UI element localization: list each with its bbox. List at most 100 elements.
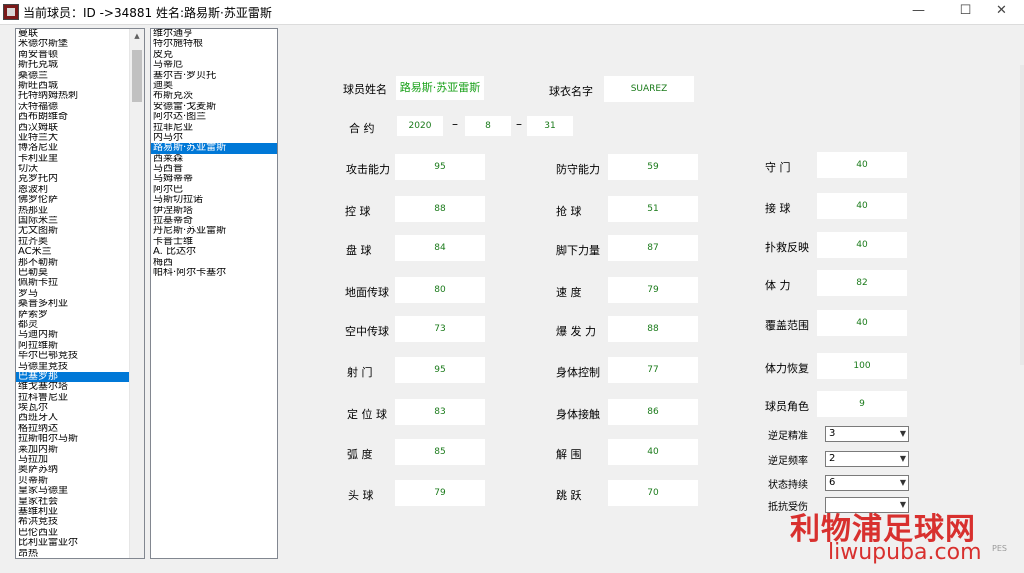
team-list-item[interactable]: 克罗托内 [16,174,144,184]
team-list-item[interactable]: 巴伦西亚 [16,528,144,538]
team-list-item[interactable]: 佩斯卡拉 [16,278,144,288]
team-list-item[interactable]: 热那亚 [16,206,144,216]
team-list-item[interactable]: 拉科鲁尼亚 [16,393,144,403]
team-list-item[interactable]: 斯托克城 [16,60,144,70]
player-list-item[interactable]: 安德雷·戈麦斯 [151,102,277,112]
team-list-item[interactable]: 博洛尼亚 [16,143,144,153]
attribute-dropdown[interactable]: 3 ▼ [825,426,909,442]
player-list-item[interactable]: 乌姆蒂蒂 [151,174,277,184]
player-list-item[interactable]: 布斯克茨 [151,91,277,101]
attack-stat-value[interactable]: 83 [395,399,485,425]
attribute-dropdown[interactable]: 2 ▼ [825,451,909,467]
team-list-item[interactable]: 马德里竞技 [16,362,144,372]
chevron-down-icon[interactable]: ▼ [900,427,906,441]
contract-month-field[interactable]: 8 [465,116,511,136]
player-list-item[interactable]: 马斯切拉诺 [151,195,277,205]
team-list-item[interactable]: 皇家社会 [16,497,144,507]
attack-stat-value[interactable]: 88 [395,196,485,222]
player-list-item[interactable]: 帕科·阿尔卡塞尔 [151,268,277,278]
player-list-item[interactable]: 马蒂厄 [151,60,277,70]
team-list-item[interactable]: 埃瓦尔 [16,403,144,413]
defense-stat-value[interactable]: 70 [608,480,698,506]
minimize-button[interactable]: — [896,0,941,24]
player-list-item[interactable]: 内马尔 [151,133,277,143]
team-list-item[interactable]: 尤文图斯 [16,226,144,236]
team-list-item[interactable]: 维戈塞尔塔 [16,382,144,392]
attack-stat-value[interactable]: 95 [395,357,485,383]
team-list-item[interactable]: 莱加内斯 [16,445,144,455]
team-list-item[interactable]: 乌迪内斯 [16,330,144,340]
player-list-item[interactable]: 特尔施特根 [151,39,277,49]
team-list-item[interactable]: 皇家马德里 [16,486,144,496]
team-list-item[interactable]: 斯旺西城 [16,81,144,91]
attack-stat-value[interactable]: 80 [395,277,485,303]
team-list-item[interactable]: 萨索罗 [16,310,144,320]
team-list-item[interactable]: 佛罗伦萨 [16,195,144,205]
defense-stat-value[interactable]: 87 [608,235,698,261]
team-list-item[interactable]: 巴塞罗那 [16,371,144,383]
player-list-item[interactable]: 卡普士维 [151,237,277,247]
player-list-item[interactable]: 丹尼斯·苏亚雷斯 [151,226,277,236]
player-list-item[interactable]: 路易斯·苏亚雷斯 [151,143,277,154]
team-list-scrollbar[interactable]: ▲ [129,29,144,558]
scroll-up-icon[interactable]: ▲ [130,29,144,44]
team-list-item[interactable]: 都灵 [16,320,144,330]
team-list-item[interactable]: 格拉纳达 [16,424,144,434]
team-list-item[interactable]: 国际米兰 [16,216,144,226]
chevron-down-icon[interactable]: ▼ [900,452,906,466]
contract-day-field[interactable]: 31 [527,116,573,136]
team-list-item[interactable]: 西布朗维奇 [16,112,144,122]
team-list-item[interactable]: 西汉姆联 [16,123,144,133]
player-list-item[interactable]: 伊涅斯塔 [151,206,277,216]
defense-stat-value[interactable]: 79 [608,277,698,303]
defense-stat-value[interactable]: 88 [608,316,698,342]
player-list-item[interactable]: 阿尔巴 [151,185,277,195]
team-list-item[interactable]: 奥萨苏纳 [16,465,144,475]
defense-stat-value[interactable]: 86 [608,399,698,425]
contract-year-field[interactable]: 2020 [397,116,443,136]
team-list-item[interactable]: AC米兰 [16,247,144,257]
player-list-item[interactable]: 阿尔达·图兰 [151,112,277,122]
team-list[interactable]: 曼联 米德尔斯堡 南安普顿 斯托克城 桑德兰 斯旺西城 托特纳姆热刺 沃特福德 西布朗维奇 西汉姆… [15,28,145,559]
shirt-name-field[interactable]: SUAREZ [604,76,694,102]
player-list-item[interactable]: 维尔通亨 [151,29,277,39]
defense-stat-value[interactable]: 77 [608,357,698,383]
player-list-item[interactable]: 拉菲尼亚 [151,123,277,133]
team-list-item[interactable]: 卡利亚里 [16,154,144,164]
player-list-item[interactable]: 塞尔吉·罗贝托 [151,71,277,81]
gk-stat-value[interactable]: 100 [817,353,907,379]
player-list-item[interactable]: A. 比达尔 [151,247,277,257]
defense-stat-value[interactable]: 51 [608,196,698,222]
team-list-item[interactable]: 南安普顿 [16,50,144,60]
team-list-item[interactable]: 恩波利 [16,185,144,195]
team-list-item[interactable]: 希洪竞技 [16,517,144,527]
team-list-item[interactable]: 阿拉维斯 [16,341,144,351]
team-list-item[interactable]: 桑德兰 [16,71,144,81]
player-list-item[interactable]: 西莱森 [151,154,277,164]
attack-stat-value[interactable]: 84 [395,235,485,261]
scroll-thumb[interactable] [132,50,142,102]
attack-stat-value[interactable]: 95 [395,154,485,180]
team-list-item[interactable]: 昂热 [16,549,144,558]
team-list-item[interactable]: 托特纳姆热刺 [16,91,144,101]
player-name-field[interactable]: 路易斯·苏亚雷斯 [396,76,484,100]
player-list-item[interactable]: 迪奥 [151,81,277,91]
player-list-item[interactable]: 马西普 [151,164,277,174]
gk-stat-value[interactable]: 40 [817,310,907,336]
team-list-item[interactable]: 拉齐奥 [16,237,144,247]
team-list-item[interactable]: 比利亚雷亚尔 [16,538,144,548]
gk-stat-value[interactable]: 40 [817,232,907,258]
team-list-item[interactable]: 巴勒莫 [16,268,144,278]
team-list-item[interactable]: 拉斯帕尔马斯 [16,434,144,444]
team-list-item[interactable]: 那不勒斯 [16,258,144,268]
attack-stat-value[interactable]: 79 [395,480,485,506]
team-list-item[interactable]: 桑普多利亚 [16,299,144,309]
team-list-item[interactable]: 切沃 [16,164,144,174]
team-list-item[interactable]: 马拉加 [16,455,144,465]
team-list-item[interactable]: 贝蒂斯 [16,476,144,486]
team-list-item[interactable]: 西班牙人 [16,413,144,423]
player-list[interactable]: 维尔通亨 特尔施特根 皮克 马蒂厄 塞尔吉·罗贝托 迪奥 布斯克茨 安德雷·戈麦斯 阿尔达·图兰… [150,28,278,559]
team-list-item[interactable]: 毕尔巴鄂竞技 [16,351,144,361]
close-button[interactable]: ✕ [979,0,1024,24]
gk-stat-value[interactable]: 82 [817,270,907,296]
